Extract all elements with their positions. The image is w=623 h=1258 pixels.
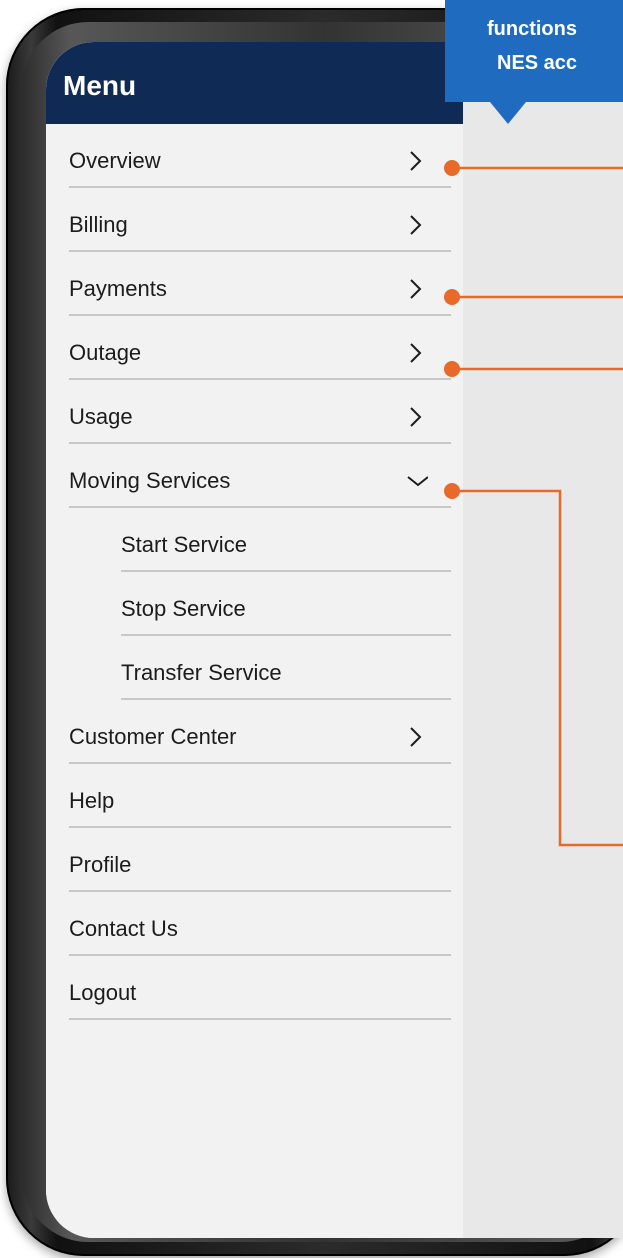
menu-item-label: Overview — [69, 148, 161, 173]
callout-text-line1: functions — [487, 18, 577, 40]
callout-text-line2: NES acc — [497, 52, 578, 74]
menu-item-moving-services[interactable]: Moving Services — [46, 444, 463, 508]
menu-item-billing[interactable]: Billing — [46, 188, 463, 252]
menu-item-usage[interactable]: Usage — [46, 380, 463, 444]
chevron-right-icon — [410, 215, 422, 235]
menu-item-customer-center[interactable]: Customer Center — [46, 700, 463, 764]
chevron-right-icon — [410, 279, 422, 299]
menu-item-logout[interactable]: Logout — [46, 956, 463, 1020]
menu-item-label: Logout — [69, 980, 137, 1005]
menu-subitem-transfer-service[interactable]: Transfer Service — [46, 636, 463, 700]
callout-box — [445, 0, 623, 102]
callout-pointer — [490, 102, 526, 124]
chevron-down-icon — [407, 476, 428, 487]
menu-item-label: Help — [69, 788, 115, 813]
menu-item-help[interactable]: Help — [46, 764, 463, 828]
menu-item-label: Profile — [69, 852, 132, 877]
menu-item-label: Stop Service — [121, 596, 246, 621]
menu-item-overview[interactable]: Overview — [46, 124, 463, 188]
menu-item-profile[interactable]: Profile — [46, 828, 463, 892]
menu-item-label: Outage — [69, 340, 142, 365]
menu-item-label: Start Service — [121, 532, 247, 557]
menu-item-payments[interactable]: Payments — [46, 252, 463, 316]
chevron-right-icon — [410, 407, 422, 427]
chevron-right-icon — [410, 727, 422, 747]
menu-item-contact-us[interactable]: Contact Us — [46, 892, 463, 956]
menu-item-label: Payments — [69, 276, 167, 301]
chevron-right-icon — [410, 343, 422, 363]
menu-item-label: Contact Us — [69, 916, 178, 941]
chevron-right-icon — [410, 151, 422, 171]
menu-subitem-stop-service[interactable]: Stop Service — [46, 572, 463, 636]
menu-header: Menu — [46, 42, 463, 124]
divider — [69, 1018, 451, 1020]
menu-item-label: Transfer Service — [121, 660, 282, 685]
menu-item-label: Billing — [69, 212, 128, 237]
menu-item-label: Customer Center — [69, 724, 237, 749]
menu-title: Menu — [63, 70, 137, 101]
menu-item-label: Moving Services — [69, 468, 231, 493]
menu-subitem-start-service[interactable]: Start Service — [46, 508, 463, 572]
phone-screen: Menu Overview Billing Payments Outage Us… — [46, 42, 623, 1238]
menu-panel: Menu Overview Billing Payments Outage Us… — [46, 42, 463, 1238]
menu-item-outage[interactable]: Outage — [46, 316, 463, 380]
menu-item-label: Usage — [69, 404, 133, 429]
menu-list: Overview Billing Payments Outage Usage M… — [46, 124, 463, 1020]
